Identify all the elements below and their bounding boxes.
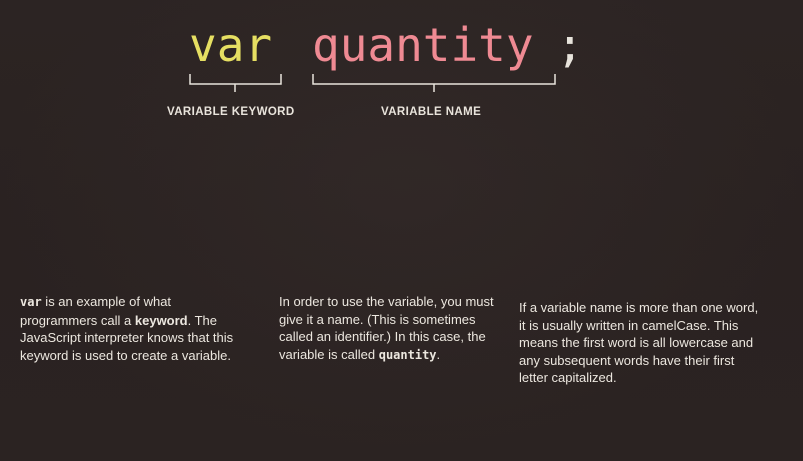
name-explanation: In order to use the variable, you must g… xyxy=(279,293,501,364)
name-code: quantity xyxy=(378,347,437,362)
keyword-explanation: var is an example of what programmers ca… xyxy=(20,293,248,364)
keyword-label: VARIABLE KEYWORD xyxy=(167,106,295,118)
name-text-b: . xyxy=(436,346,441,362)
keyword-term: keyword xyxy=(134,312,188,328)
name-label: VARIABLE NAME xyxy=(381,106,482,118)
keyword-bracket xyxy=(189,74,282,85)
name-bracket xyxy=(312,74,556,85)
keyword-code: var xyxy=(20,295,42,309)
bracket-annotations xyxy=(189,74,556,92)
camelcase-explanation: If a variable name is more than one word… xyxy=(519,300,759,386)
